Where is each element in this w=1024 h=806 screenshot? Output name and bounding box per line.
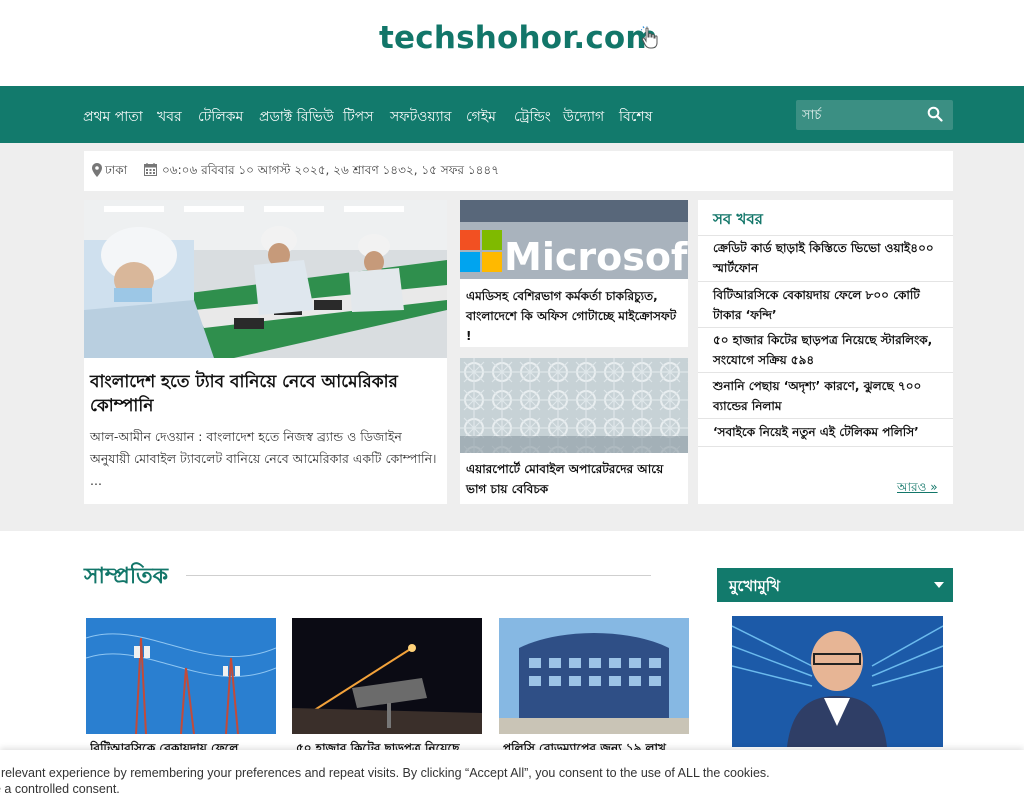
microsoft-logo-text: Microsoft (504, 235, 688, 279)
search-button[interactable] (922, 103, 948, 127)
lead-story-image[interactable] (84, 200, 447, 358)
current-date: ০৬:০৬ রবিবার ১০ আগস্ট ২০২৫, ২৬ শ্রাবণ ১৪… (162, 163, 499, 177)
story-title[interactable]: এয়ারপোর্টে মোবাইল অপারেটরদের আয়ে ভাগ চ… (466, 459, 684, 499)
caret-down-icon (934, 582, 944, 588)
nav-item-home[interactable]: প্রথম পাতা (83, 105, 143, 129)
interview-dropdown[interactable]: মুখোমুখি (717, 568, 953, 602)
story-card[interactable]: Microsoft এমডিসহ বেশিরভাগ কর্মকর্তা চাকর… (460, 200, 688, 347)
search-input[interactable] (796, 100, 918, 130)
search-box (796, 100, 953, 130)
cookie-text: t relevant experience by remembering you… (0, 766, 770, 780)
nav-item-software[interactable]: সফটওয়্যার (390, 105, 451, 129)
divider (698, 446, 953, 447)
cookie-consent-bar: t relevant experience by remembering you… (0, 750, 1024, 806)
divider (698, 327, 953, 328)
nav-item-telecom[interactable]: টেলিকম (198, 105, 243, 129)
divider (698, 418, 953, 419)
story-card[interactable]: এয়ারপোর্টে মোবাইল অপারেটরদের আয়ে ভাগ চ… (460, 358, 688, 504)
location-pin-icon (92, 163, 102, 177)
nav-item-game[interactable]: গেইম (466, 105, 496, 129)
divider (698, 235, 953, 236)
heading-rule (186, 575, 651, 576)
divider (698, 281, 953, 282)
divider (698, 372, 953, 373)
all-news-heading: সব খবর (713, 210, 763, 228)
masthead: techshohor.com (0, 0, 1024, 86)
search-icon (927, 106, 943, 122)
all-news-item[interactable]: শুনানি পেছায় ‘অদৃশ্য’ কারণে, ঝুলছে ৭০০ … (713, 376, 947, 416)
cookie-text: e a controlled consent. (0, 782, 120, 796)
location-label: ঢাকা (105, 163, 128, 177)
all-news-item[interactable]: ৫০ হাজার কিটের ছাড়পত্র নিয়েছে স্টারলিং… (713, 330, 947, 370)
story-title[interactable]: এমডিসহ বেশিরভাগ কর্মকর্তা চাকরিচ্যুত, বা… (466, 286, 684, 346)
interview-heading: মুখোমুখি (729, 577, 781, 595)
nav-item-product-review[interactable]: প্রডাক্ট রিভিউ (259, 105, 334, 129)
story-image[interactable] (460, 358, 688, 453)
lead-story-excerpt: আল-আমীন দেওয়ান : বাংলাদেশ হতে নিজস্ব ব্… (90, 429, 437, 488)
all-news-item[interactable]: ‘সবাইকে নিয়েই নতুন এই টেলিকম পলিসি’ (713, 422, 947, 442)
nav-item-news[interactable]: খবর (157, 105, 182, 129)
nav-item-trending[interactable]: ট্রেন্ডিং (514, 105, 551, 129)
recent-story-image[interactable] (86, 618, 276, 734)
calendar-icon (144, 163, 157, 176)
recent-story-image[interactable] (292, 618, 482, 734)
more-news-link[interactable]: আরও » (897, 479, 938, 499)
all-news-item[interactable]: বিটিআরসিকে বেকায়দায় ফেলে ৮০০ কোটি টাকা… (713, 285, 947, 325)
story-image[interactable]: Microsoft (460, 200, 688, 279)
date-bar: ঢাকা ০৬:০৬ রবিবার ১০ আগস্ট ২০২৫, ২৬ শ্রা… (84, 151, 953, 191)
recent-heading: সাম্প্রতিক (84, 564, 169, 589)
lead-story[interactable]: বাংলাদেশ হতে ট্যাব বানিয়ে নেবে আমেরিকার… (84, 200, 447, 504)
nav-item-special[interactable]: বিশেষ (619, 105, 652, 129)
recent-story-image[interactable] (499, 618, 689, 734)
nav-item-tips[interactable]: টিপস (343, 105, 373, 129)
interview-image[interactable] (732, 616, 943, 747)
all-news-item[interactable]: ক্রেডিট কার্ড ছাড়াই কিস্তিতে ভিভো ওয়াই… (713, 238, 947, 278)
all-news-panel: সব খবর ক্রেডিট কার্ড ছাড়াই কিস্তিতে ভিভ… (698, 200, 953, 504)
nav-item-enterprise[interactable]: উদ্যোগ (563, 105, 604, 129)
pointer-hand-icon (641, 26, 658, 49)
lead-story-title[interactable]: বাংলাদেশ হতে ট্যাব বানিয়ে নেবে আমেরিকার… (90, 370, 440, 418)
site-logo[interactable]: techshohor.com (379, 20, 658, 56)
